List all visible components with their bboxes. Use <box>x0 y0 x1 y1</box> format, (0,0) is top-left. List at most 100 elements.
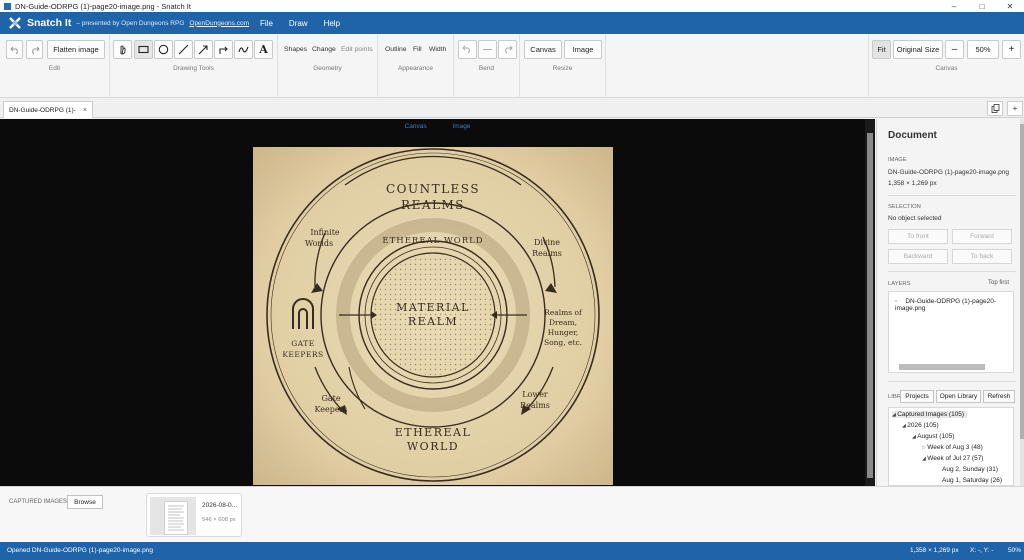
minimize-button[interactable]: – <box>940 0 968 12</box>
keepers2-label: Keepers <box>314 405 347 414</box>
arrow-tool-button[interactable] <box>194 40 213 59</box>
new-tab-button[interactable]: + <box>1007 101 1023 116</box>
forward-button[interactable]: Forward <box>952 229 1012 244</box>
panel-scroll-thumb[interactable] <box>1020 124 1024 439</box>
tree-node-year[interactable]: ◢ 2026 (105) <box>902 422 939 429</box>
undo-button[interactable] <box>6 40 23 59</box>
dream-line2: Dream, <box>549 318 577 327</box>
line-tool-button[interactable] <box>174 40 193 59</box>
refresh-button[interactable]: Refresh <box>983 390 1015 403</box>
line-icon <box>178 44 189 55</box>
top-first-toggle[interactable]: Top first <box>988 280 1009 286</box>
outline-menu[interactable]: Outline <box>385 40 407 59</box>
browse-button[interactable]: Browse <box>67 495 103 509</box>
canvas-view-tab[interactable]: Canvas <box>405 123 427 130</box>
edit-points-button[interactable]: Edit points <box>341 40 373 59</box>
edit-group-label: Edit <box>48 65 61 72</box>
backward-button[interactable]: Backward <box>888 249 948 264</box>
fill-menu[interactable]: Fill <box>413 40 422 59</box>
image-view-tab[interactable]: Image <box>452 123 470 130</box>
world-label: WORLD <box>407 440 459 453</box>
layer-row[interactable]: ▫ DN-Guide-ODRPG (1)-page20-image.png <box>895 298 1013 312</box>
to-back-button[interactable]: To back <box>952 249 1012 264</box>
ribbon-toolbar: Flatten image Edit A Drawing Tools Shape… <box>0 34 1024 98</box>
projects-button[interactable]: Projects <box>900 390 934 403</box>
cosmology-artwork[interactable]: COUNTLESS REALMS ETHEREAL WORLD MATERIAL… <box>253 147 613 485</box>
maximize-button[interactable]: □ <box>968 0 996 12</box>
bend-right-button[interactable] <box>498 40 517 59</box>
curve-icon <box>238 46 249 53</box>
original-size-button[interactable]: Original Size <box>893 40 943 59</box>
rectangle-icon <box>138 45 149 54</box>
divine-label: Divine <box>534 238 560 247</box>
layers-list[interactable]: ▫ DN-Guide-ODRPG (1)-page20-image.png <box>888 291 1014 373</box>
tree-node-week-aug3[interactable]: ▷ Week of Aug 3 (48) <box>922 444 983 451</box>
ellipse-tool-button[interactable] <box>154 40 173 59</box>
canvas-vertical-scrollbar[interactable] <box>865 119 875 486</box>
geometry-label: Geometry <box>313 65 342 72</box>
width-menu[interactable]: Width <box>429 40 446 59</box>
tree-node-aug2[interactable]: Aug 2, Sunday (31) <box>942 466 998 473</box>
fit-button[interactable]: Fit <box>872 40 891 59</box>
hand-pointer-icon <box>120 45 126 55</box>
worlds-label: Worlds <box>305 239 333 248</box>
bent-arrow-tool-button[interactable] <box>214 40 233 59</box>
curve-tool-button[interactable] <box>234 40 253 59</box>
captured-images-strip: Captured images Browse 2026-08-0... 546 … <box>0 486 1024 542</box>
lower-realms-label: Realms <box>520 401 550 410</box>
image-section-label: Image <box>888 157 907 163</box>
status-zoom: 50% <box>1008 547 1022 554</box>
straighten-button[interactable] <box>478 40 497 59</box>
shapes-menu[interactable]: Shapes <box>284 40 307 59</box>
gate-label: GATE <box>291 339 314 348</box>
select-tool-button[interactable] <box>113 40 132 59</box>
straight-line-icon <box>483 49 492 50</box>
layers-scroll-thumb[interactable] <box>899 364 985 370</box>
change-menu[interactable]: Change <box>312 40 336 59</box>
captured-image-card[interactable]: 2026-08-0... 546 × 608 px <box>146 493 242 537</box>
snatch-logo-icon <box>9 17 21 29</box>
bend-left-button[interactable] <box>458 40 477 59</box>
rectangle-tool-button[interactable] <box>134 40 153 59</box>
document-tab[interactable]: DN-Guide-ODRPG (1)- × <box>3 101 93 118</box>
tree-node-aug1[interactable]: Aug 1, Saturday (26) <box>942 477 1002 484</box>
app-icon <box>4 2 11 10</box>
website-link[interactable]: OpenDungeons.com <box>189 20 249 27</box>
dream-line1: Realms of <box>544 308 583 317</box>
resize-canvas-button[interactable]: Canvas <box>524 40 562 59</box>
flatten-image-button[interactable]: Flatten image <box>47 40 105 59</box>
to-front-button[interactable]: To front <box>888 229 948 244</box>
library-tree: ◢ Captured Images (105) ◢ 2026 (105) ◢ A… <box>888 407 1014 486</box>
menu-draw[interactable]: Draw <box>281 19 316 28</box>
zoom-out-button[interactable]: – <box>945 40 964 59</box>
layer-bullet-icon: ▫ <box>895 298 898 305</box>
captured-images-label: Captured images <box>9 499 68 505</box>
tree-node-captured[interactable]: ◢ Captured Images (105) <box>892 411 968 418</box>
menu-file[interactable]: File <box>252 19 281 28</box>
canvas-scroll-thumb[interactable] <box>867 133 873 478</box>
close-tab-button[interactable]: × <box>83 107 87 114</box>
library-section-label: LIBR <box>888 394 901 400</box>
menu-help[interactable]: Help <box>316 19 348 28</box>
dream-line3: Hunger, <box>548 328 579 337</box>
open-library-button[interactable]: Open Library <box>936 390 981 403</box>
resize-image-button[interactable]: Image <box>564 40 602 59</box>
text-tool-button[interactable]: A <box>254 40 273 59</box>
close-window-button[interactable]: ✕ <box>996 0 1024 12</box>
tree-node-week-jul27[interactable]: ◢ Week of Jul 27 (57) <box>922 455 983 462</box>
lower-label: Lower <box>522 390 548 399</box>
appearance-label: Appearance <box>397 65 434 72</box>
canvas-area[interactable]: Canvas Image COUNTLESS REALMS ETHEREAL W… <box>0 119 875 486</box>
status-message: Opened DN-Guide-ODRPG (1)-page20-image.p… <box>7 547 153 554</box>
panel-scrollbar[interactable] <box>1020 119 1024 486</box>
layer-name: DN-Guide-ODRPG (1)-page20-image.png <box>895 298 996 312</box>
zoom-input[interactable]: 50% <box>967 40 999 59</box>
copy-button[interactable] <box>987 101 1003 116</box>
zoom-in-button[interactable]: + <box>1002 40 1021 59</box>
circle-icon <box>158 44 169 55</box>
infinite-label: Infinite <box>310 228 340 237</box>
canvas-label: Canvas <box>935 65 958 72</box>
copy-icon <box>991 104 999 113</box>
redo-button[interactable] <box>26 40 43 59</box>
tree-node-month[interactable]: ◢ August (105) <box>912 433 954 440</box>
